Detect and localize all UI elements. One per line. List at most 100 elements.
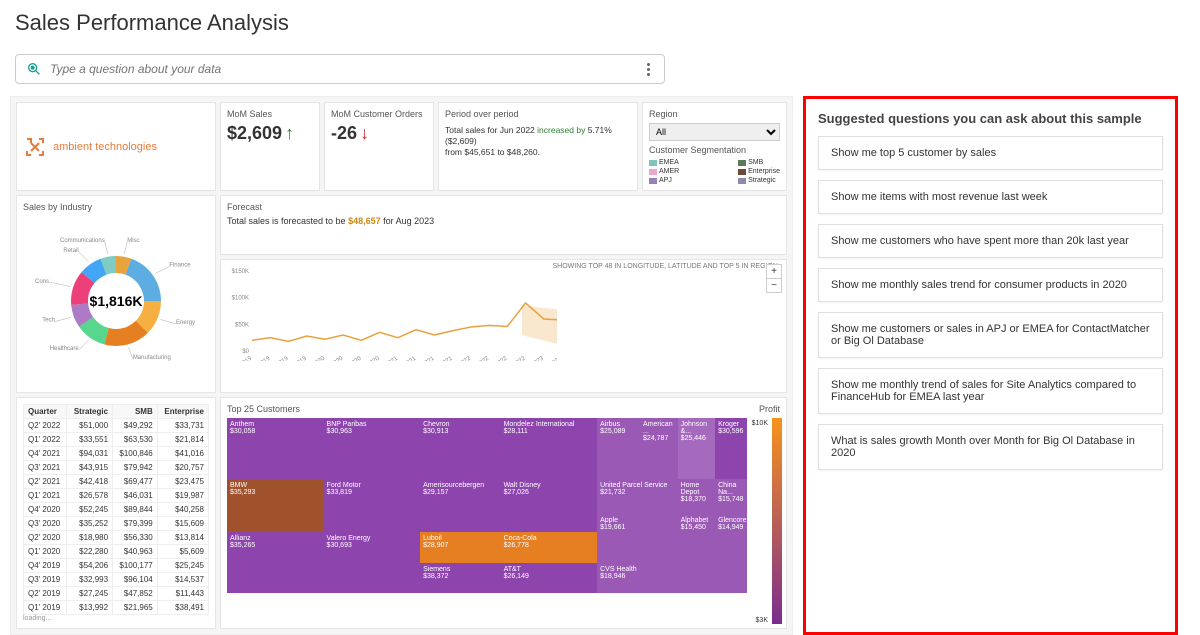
seg-label: Customer Segmentation <box>649 145 780 155</box>
table-row[interactable]: Q4' 2019$54,206$100,177$25,245 <box>24 559 209 573</box>
treemap-cell[interactable]: Valero Energy$30,693 <box>324 532 421 564</box>
table-row[interactable]: Q2' 2019$27,245$47,852$11,443 <box>24 587 209 601</box>
quarter-table: QuarterStrategicSMBEnterpriseQ2' 2022$51… <box>16 397 216 629</box>
treemap-cell[interactable]: Coca-Cola$26,778 <box>501 532 598 564</box>
treemap-cell[interactable]: Anthem$30,058 <box>227 418 324 479</box>
profit-label: Profit <box>759 404 780 414</box>
treemap-cell[interactable]: Johnson &...$25,446 <box>678 418 716 479</box>
table-row[interactable]: Q2' 2020$18,980$56,330$13,814 <box>24 531 209 545</box>
table-row[interactable]: Q1' 2022$33,551$63,530$21,814 <box>24 433 209 447</box>
forecast-value: $48,657 <box>348 216 381 226</box>
treemap-cell[interactable]: Ford Motor$33,819 <box>324 479 421 532</box>
treemap-cell[interactable]: CVS Health$18,946 <box>597 563 677 593</box>
table-row[interactable]: Q1' 2020$22,280$40,963$5,609 <box>24 545 209 559</box>
forecast-card: Forecast Total sales is forecasted to be… <box>220 195 787 255</box>
treemap-cell[interactable]: American ...$24,787 <box>640 418 678 479</box>
donut-chart[interactable]: MiscFinanceEnergyManufacturingHealthcare… <box>26 226 206 376</box>
top-customers-treemap: Top 25 CustomersProfit $10K $3K Anthem$3… <box>220 397 787 629</box>
svg-text:Finance: Finance <box>169 263 191 269</box>
kpi-mom-sales: MoM Sales $2,609 ↑ <box>220 102 320 191</box>
suggest-item[interactable]: Show me monthly sales trend for consumer… <box>818 268 1163 302</box>
table-row[interactable]: Q3' 2021$43,915$79,942$20,757 <box>24 461 209 475</box>
company-logo-icon <box>23 135 47 159</box>
kpi-label: MoM Customer Orders <box>331 109 427 119</box>
treemap-cell[interactable]: Apple$19,661 <box>597 514 677 563</box>
data-table[interactable]: QuarterStrategicSMBEnterpriseQ2' 2022$51… <box>23 404 209 615</box>
svg-text:Retail: Retail <box>63 248 78 254</box>
treemap-cell[interactable]: BMW$35,293 <box>227 479 324 532</box>
table-row[interactable]: Q2' 2021$42,418$69,477$23,475 <box>24 475 209 489</box>
table-row[interactable]: Q4' 2020$52,245$89,844$40,258 <box>24 503 209 517</box>
suggest-item[interactable]: What is sales growth Month over Month fo… <box>818 424 1163 470</box>
treemap-cell[interactable]: AT&T$26,149 <box>501 563 598 593</box>
suggest-item[interactable]: Show me items with most revenue last wee… <box>818 180 1163 214</box>
treemap-cell[interactable]: Kroger$30,596 <box>715 418 747 479</box>
treemap-cell[interactable]: Siemens$38,372 <box>420 563 500 593</box>
more-icon[interactable] <box>643 63 654 76</box>
treemap-cell[interactable]: Glencore$14,949 <box>715 514 747 593</box>
region-select[interactable]: All <box>649 123 780 141</box>
treemap-cell[interactable]: BNP Paribas$30,963 <box>324 418 421 479</box>
suggest-item[interactable]: Show me monthly trend of sales for Site … <box>818 368 1163 414</box>
svg-text:$50K: $50K <box>235 322 249 328</box>
svg-text:$100K: $100K <box>232 296 249 302</box>
arrow-down-icon: ↓ <box>360 123 369 143</box>
pop-label: Period over period <box>445 109 631 121</box>
question-bar[interactable] <box>15 54 665 84</box>
treemap-cell[interactable]: Amerisourcebergen$29,157 <box>420 479 500 532</box>
zoom-control[interactable]: +− <box>766 264 782 293</box>
line-chart[interactable]: $0$50K$100K$150KJan 2019Apr 2019Jul 2019… <box>227 266 557 361</box>
loading-text: loading... <box>23 615 209 622</box>
line-map-card: SHOWING TOP 48 IN LONGITUDE, LATITUDE AN… <box>220 259 787 393</box>
svg-text:Cons...: Cons... <box>35 279 54 285</box>
treemap-cell[interactable]: Walt Disney$27,026 <box>501 479 598 532</box>
svg-text:Tech: Tech <box>42 318 55 324</box>
svg-text:Misc: Misc <box>127 238 139 244</box>
treemap-body[interactable]: Anthem$30,058BNP Paribas$30,963Chevron$3… <box>227 418 780 593</box>
table-row[interactable]: Q1' 2021$26,578$46,031$19,987 <box>24 489 209 503</box>
zoom-in-icon: + <box>767 265 781 279</box>
period-over-period: Period over period Total sales for Jun 2… <box>438 102 638 191</box>
region-label: Region <box>649 109 780 119</box>
suggest-item[interactable]: Show me top 5 customer by sales <box>818 136 1163 170</box>
logo-card: ambient technologies <box>16 102 216 191</box>
treemap-cell[interactable]: Mondelez International$28,111 <box>501 418 598 479</box>
svg-text:$0: $0 <box>242 349 249 355</box>
svg-text:Energy: Energy <box>176 320 195 326</box>
treemap-cell[interactable]: United Parcel Service$21,732 <box>597 479 677 514</box>
table-row[interactable]: Q4' 2021$94,031$100,846$41,016 <box>24 447 209 461</box>
company-name: ambient technologies <box>53 141 157 153</box>
treemap-cell[interactable]: Allianz$35,265 <box>227 532 324 593</box>
kpi-customer-orders: MoM Customer Orders -26 ↓ <box>324 102 434 191</box>
suggest-title: Suggested questions you can ask about th… <box>818 111 1163 126</box>
treemap-cell[interactable]: Home Depot$18,370 <box>678 479 716 514</box>
treemap-cell[interactable]: China Na...$15,748 <box>715 479 747 514</box>
zoom-out-icon: − <box>767 279 781 292</box>
svg-text:Manufacturing: Manufacturing <box>133 355 171 361</box>
table-row[interactable]: Q1' 2019$13,992$21,965$38,491 <box>24 601 209 615</box>
kpi-value: -26 <box>331 123 357 143</box>
map-label: SHOWING TOP 48 IN LONGITUDE, LATITUDE AN… <box>553 263 778 270</box>
sales-by-industry: Sales by Industry Misc Finance Energy Manuf… <box>16 195 216 393</box>
suggest-item[interactable]: Show me customers or sales in APJ or EME… <box>818 312 1163 358</box>
treemap-cell[interactable]: Chevron$30,913 <box>420 418 500 479</box>
treemap-cell[interactable]: Alphabet$15,450 <box>678 514 716 593</box>
kpi-value: $2,609 <box>227 123 282 143</box>
industry-title: Sales by Industry <box>23 202 209 212</box>
suggested-questions-panel: Suggested questions you can ask about th… <box>803 96 1178 635</box>
table-row[interactable]: Q3' 2020$35,252$79,399$15,609 <box>24 517 209 531</box>
dashboard: ambient technologies MoM Sales $2,609 ↑ … <box>10 96 793 635</box>
table-row[interactable]: Q2' 2022$51,000$49,292$33,731 <box>24 419 209 433</box>
treemap-cell[interactable]: Airbus$25,089 <box>597 418 640 479</box>
svg-text:Communications: Communications <box>60 238 105 244</box>
suggest-item[interactable]: Show me customers who have spent more th… <box>818 224 1163 258</box>
svg-text:$150K: $150K <box>232 269 249 275</box>
treemap-cell[interactable]: Luboil$28,907 <box>420 532 500 564</box>
search-icon <box>26 61 42 77</box>
question-input[interactable] <box>50 62 643 76</box>
arrow-up-icon: ↑ <box>285 123 294 143</box>
scale-min: $3K <box>756 617 768 624</box>
table-row[interactable]: Q3' 2019$32,993$96,104$14,537 <box>24 573 209 587</box>
treemap-cell[interactable] <box>324 563 421 593</box>
region-card: Region All Customer Segmentation EMEAAME… <box>642 102 787 191</box>
